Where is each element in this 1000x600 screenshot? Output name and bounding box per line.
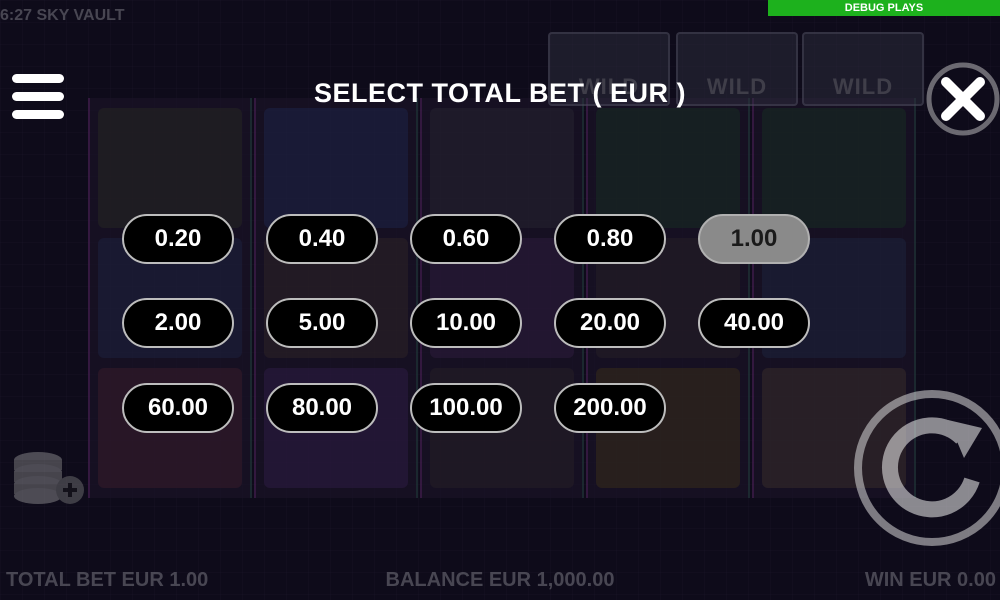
- bet-option-button[interactable]: 80.00: [266, 383, 378, 433]
- bet-option-button[interactable]: 0.20: [122, 214, 234, 264]
- bet-option-button[interactable]: 0.60: [410, 214, 522, 264]
- bet-option-button[interactable]: 10.00: [410, 298, 522, 348]
- top-bar: 6:27 SKY VAULT DEBUG PLAYS: [0, 0, 1000, 32]
- add-coins-button[interactable]: [12, 450, 86, 514]
- bet-option-button[interactable]: 60.00: [122, 383, 234, 433]
- spin-arrow-icon: [854, 390, 1000, 546]
- bet-option-button[interactable]: 0.80: [554, 214, 666, 264]
- spin-button[interactable]: [852, 388, 1000, 548]
- bet-option-button[interactable]: 20.00: [554, 298, 666, 348]
- bet-option-button[interactable]: 5.00: [266, 298, 378, 348]
- win-readout: WIN EUR 0.00: [864, 569, 996, 591]
- bet-option-button[interactable]: 100.00: [410, 383, 522, 433]
- bet-option-button-selected[interactable]: 1.00: [698, 214, 810, 264]
- debug-plays-button[interactable]: DEBUG PLAYS: [768, 0, 1000, 16]
- bet-option-button[interactable]: 200.00: [554, 383, 666, 433]
- hamburger-menu-icon: [12, 110, 64, 119]
- close-icon: [926, 62, 1000, 136]
- bet-option-button[interactable]: 40.00: [698, 298, 810, 348]
- coin-stack-plus-icon: [14, 452, 84, 504]
- dialog-title: SELECT TOTAL BET ( EUR ): [313, 78, 686, 108]
- balance-readout: BALANCE EUR 1,000.00: [385, 569, 615, 591]
- bet-option-button[interactable]: 0.40: [266, 214, 378, 264]
- clock-and-game-title: 6:27 SKY VAULT: [0, 7, 125, 24]
- close-button[interactable]: [926, 62, 1000, 136]
- bet-option-button[interactable]: 2.00: [122, 298, 234, 348]
- bottom-status-bar: TOTAL BET EUR 1.00 BALANCE EUR 1,000.00 …: [0, 566, 1000, 600]
